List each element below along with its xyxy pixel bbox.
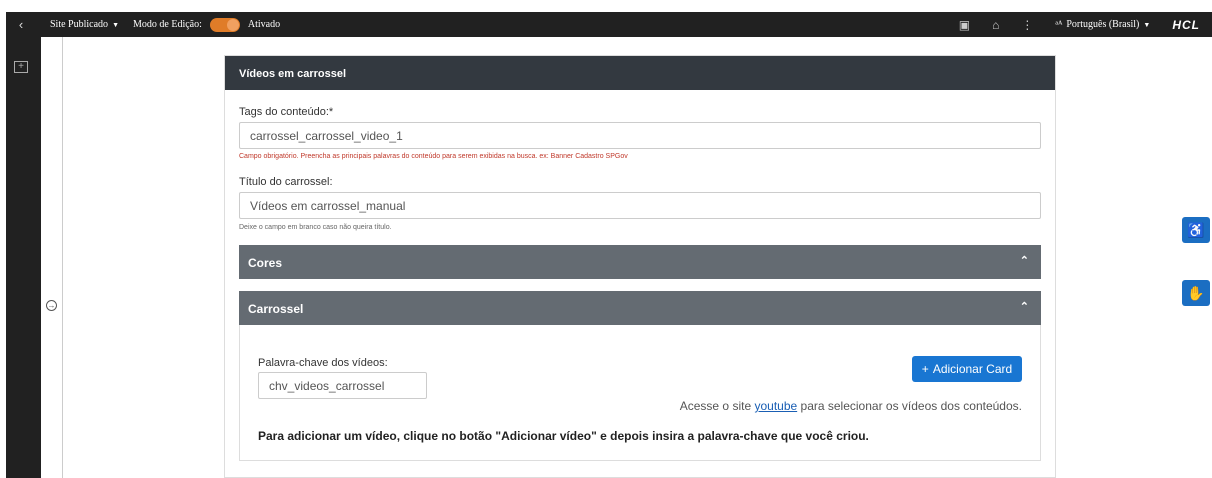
home-icon[interactable]: ⌂ xyxy=(992,18,999,32)
edit-mode-value: Ativado xyxy=(247,19,281,30)
info-prefix: Acesse o site xyxy=(679,399,752,413)
edit-mode-label: Modo de Edição: xyxy=(133,19,202,30)
sign-language-icon[interactable]: ✋ xyxy=(1182,280,1210,306)
plus-icon: + xyxy=(921,362,929,376)
site-status-label: Site Publicado xyxy=(50,19,109,30)
left-rail: + xyxy=(6,37,41,478)
expand-arrow-icon[interactable]: → xyxy=(46,300,57,311)
caret-down-icon: ▼ xyxy=(1143,20,1151,29)
top-toolbar: ‹ Site Publicado ▼ Modo de Edição: Ativa… xyxy=(6,12,1212,37)
carrossel-panel: Palavra-chave dos vídeos: chv_videos_car… xyxy=(239,325,1041,461)
add-card-button[interactable]: + Adicionar Card xyxy=(912,356,1022,382)
toolbar-right: ▣ ⌂ ⋮ ᵃᴬ Português (Brasil) ▼ HCL xyxy=(959,12,1200,37)
youtube-link[interactable]: youtube xyxy=(754,399,797,413)
translate-icon: ᵃᴬ xyxy=(1055,19,1063,30)
calendar-icon[interactable]: ▣ xyxy=(959,18,970,32)
title-help-text: Deixe o campo em branco caso não queira … xyxy=(239,224,392,231)
title-label: Título do carrossel: xyxy=(239,176,333,188)
more-vertical-icon[interactable]: ⋮ xyxy=(1021,18,1033,32)
chevron-left-icon[interactable]: ‹ xyxy=(6,17,36,32)
language-label: Português (Brasil) xyxy=(1066,19,1140,30)
youtube-info-text: Acesse o site youtube para selecionar os… xyxy=(680,399,1022,413)
chevron-up-icon: ⌃ xyxy=(1019,301,1029,313)
accordion-carrossel[interactable]: Carrossel ⌃ xyxy=(239,291,1041,325)
accordion-cores[interactable]: Cores ⌃ xyxy=(239,245,1041,279)
top-bar-area: ‹ Site Publicado ▼ Modo de Edição: Ativa… xyxy=(0,0,1212,37)
accordion-cores-label: Cores xyxy=(248,256,283,270)
instruction-text: Para adicionar um vídeo, clique no botão… xyxy=(258,429,869,443)
site-status-dropdown[interactable]: Site Publicado ▼ xyxy=(50,19,119,30)
tags-input[interactable]: carrossel_carrossel_video_1 xyxy=(239,122,1041,149)
hcl-logo: HCL xyxy=(1172,17,1200,32)
keyword-label: Palavra-chave dos vídeos: xyxy=(258,357,388,369)
info-suffix: para selecionar os vídeos dos conteúdos. xyxy=(800,399,1022,413)
tags-help-text: Campo obrigatório. Preencha as principai… xyxy=(239,153,628,160)
accordion-carrossel-label: Carrossel xyxy=(248,302,304,316)
toggle-knob xyxy=(226,18,239,31)
title-input[interactable]: Vídeos em carrossel_manual xyxy=(239,192,1041,219)
add-panel-icon[interactable]: + xyxy=(14,61,28,73)
language-selector[interactable]: ᵃᴬ Português (Brasil) ▼ xyxy=(1055,19,1150,30)
collapsed-side-panel: → xyxy=(41,37,63,478)
card-title: Vídeos em carrossel xyxy=(225,56,1055,90)
keyword-input[interactable]: chv_videos_carrossel xyxy=(258,372,427,399)
tags-label: Tags do conteúdo:* xyxy=(239,106,334,118)
carousel-form-card: Vídeos em carrossel Tags do conteúdo:* c… xyxy=(224,55,1056,478)
caret-down-icon: ▼ xyxy=(112,20,119,29)
chevron-up-icon: ⌃ xyxy=(1019,255,1029,267)
edit-mode-control: Modo de Edição: Ativado xyxy=(133,17,281,32)
accessibility-icon[interactable]: ♿ xyxy=(1182,217,1210,243)
edit-mode-toggle[interactable] xyxy=(209,17,240,32)
add-card-label: Adicionar Card xyxy=(932,362,1013,376)
